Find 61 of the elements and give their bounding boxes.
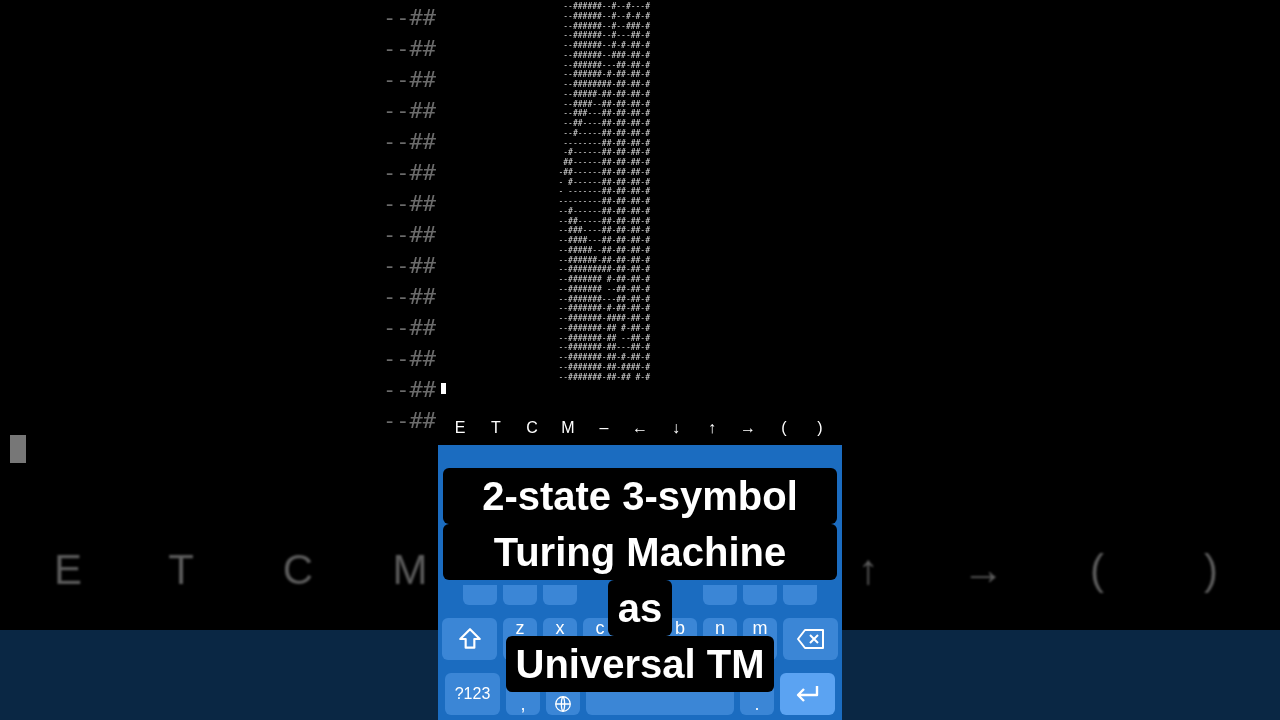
terminal-line: --######-##-##-##-#	[558, 255, 650, 265]
terminal-line: - -------##-##-##-#	[558, 187, 650, 197]
terminal-line: --######--#---##-#	[563, 31, 650, 41]
terminal-line: --##	[383, 221, 437, 249]
terminal-line: --#######---##-##-#	[558, 294, 650, 304]
terminal-line: --######---##-##-#	[563, 60, 650, 70]
terminal-line: ##------##-##-##-#	[563, 158, 650, 168]
terminal-line: --##	[383, 314, 437, 342]
terminal-line: --####### --##-##-#	[558, 284, 650, 295]
terminal-line: --###---##-##-##-#	[563, 109, 650, 119]
terminal-line: --##	[383, 4, 437, 32]
terminal-line: --###----##-##-##-#	[558, 226, 650, 236]
extra-key: →	[953, 538, 1013, 601]
terminal-line: - #------##-##-##-#	[558, 177, 650, 187]
terminal-line: --##	[383, 252, 437, 280]
terminal-line: --#######-#-##-##-#	[558, 304, 650, 314]
terminal-line: --#-----##-##-##-#	[563, 128, 650, 139]
extra-key: (	[1067, 538, 1127, 601]
terminal-line: --######--#--#-#-#	[563, 11, 650, 22]
extra-key: T	[151, 538, 211, 601]
terminal-line: --#########-##-##-#	[558, 265, 650, 275]
terminal-line: --#######-## --##-#	[558, 333, 650, 343]
extra-key: ↑	[838, 538, 898, 601]
terminal-line: --#######-## #-##-#	[558, 323, 650, 334]
terminal-line: -#------##-##-##-#	[563, 148, 650, 158]
terminal-line: -##------##-##-##-#	[558, 167, 650, 178]
terminal-line: --#######-##---##-#	[558, 343, 650, 353]
terminal-line: --#####--##-##-##-#	[558, 245, 650, 256]
extra-key: )	[1181, 538, 1241, 601]
terminal-line: --##	[383, 345, 437, 373]
terminal-line: --#######-##-#-##-#	[558, 353, 650, 363]
terminal-line: --#######-##-## #-#	[558, 372, 650, 383]
terminal-line: ---------##-##-##-#	[558, 197, 650, 207]
terminal-line: --##	[383, 66, 437, 94]
terminal-line: --##	[383, 376, 437, 404]
terminal-line: --##	[383, 128, 437, 156]
terminal-line: --##	[383, 283, 437, 311]
terminal-line: --##	[383, 159, 437, 187]
terminal-line: --------##-##-##-#	[563, 138, 650, 148]
extra-key: C	[268, 538, 328, 601]
terminal-line: --######-#-##-##-#	[563, 70, 650, 80]
terminal-line: --####--##-##-##-#	[563, 99, 650, 109]
terminal-line: --######--#--###-#	[563, 21, 650, 31]
terminal-line: --##	[383, 190, 437, 218]
terminal-line: --####---##-##-##-#	[558, 236, 650, 246]
terminal-line: --#######-####-##-#	[558, 314, 650, 324]
terminal-line: --########-##-##-#	[563, 80, 650, 90]
terminal-line: --#------##-##-##-#	[558, 206, 650, 217]
terminal-line: --######--#--#---#	[563, 2, 650, 12]
terminal-line: --#######-##-####-#	[558, 362, 650, 373]
terminal-line: --#####-##-##-##-#	[563, 89, 650, 100]
terminal-line: --##	[383, 407, 437, 435]
terminal-line: --######--###-##-#	[563, 50, 650, 61]
terminal-line: --##-----##-##-##-#	[558, 216, 650, 226]
terminal-line: --##	[383, 97, 437, 125]
terminal-line: --##	[383, 35, 437, 63]
terminal-line: --######--#-#-##-#	[563, 41, 650, 51]
extra-key: E	[38, 538, 98, 601]
terminal-line: --####### #-##-##-#	[558, 275, 650, 285]
terminal-line: --##----##-##-##-#	[563, 119, 650, 129]
extra-key: M	[380, 538, 440, 601]
